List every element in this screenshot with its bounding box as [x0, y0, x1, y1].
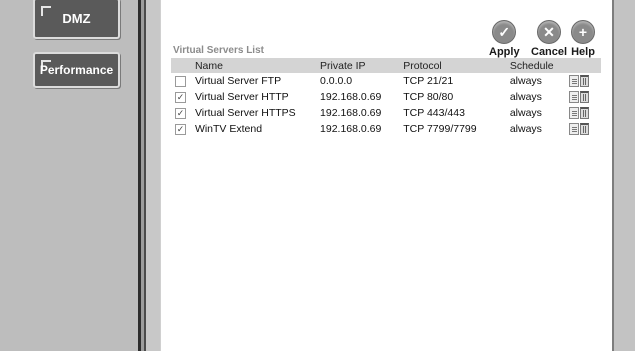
row-protocol: TCP 7799/7799 — [403, 123, 477, 135]
header-private-ip: Private IP — [316, 58, 400, 73]
trash-icon[interactable] — [580, 123, 590, 136]
table-row: ✓ WinTV Extend 192.168.0.69 TCP 7799/779… — [171, 121, 601, 137]
header-actions — [565, 58, 601, 73]
content-panel: ✓ Apply ✕ Cancel + Help Virtual Servers … — [160, 0, 613, 351]
header-checkbox-col — [171, 58, 191, 73]
row-schedule: always — [509, 75, 542, 87]
row-name: Virtual Server FTP — [194, 75, 282, 87]
apply-label: Apply — [489, 46, 520, 58]
table-row: ✓ Virtual Server HTTPS 192.168.0.69 TCP … — [171, 105, 601, 121]
table-header-row: Name Private IP Protocol Schedule — [171, 58, 601, 73]
virtual-servers-table: Name Private IP Protocol Schedule Virtua… — [171, 58, 601, 137]
router-admin-frame: DMZ Performance ✓ Apply ✕ Cancel + Help … — [0, 0, 635, 351]
row-actions — [565, 121, 601, 137]
nav-dmz-label: DMZ — [62, 11, 91, 26]
row-enable-checkbox[interactable] — [175, 75, 186, 87]
help-button[interactable]: + Help — [571, 20, 595, 58]
row-schedule: always — [509, 107, 542, 119]
cancel-button[interactable]: ✕ Cancel — [531, 20, 567, 58]
header-schedule: Schedule — [505, 58, 566, 73]
row-protocol: TCP 21/21 — [403, 75, 454, 87]
trash-icon[interactable] — [580, 91, 590, 104]
right-rail — [612, 0, 635, 351]
trash-icon[interactable] — [580, 75, 590, 88]
edit-icon[interactable] — [569, 123, 580, 136]
row-protocol: TCP 443/443 — [403, 107, 465, 119]
row-name: Virtual Server HTTP — [194, 91, 289, 103]
row-actions — [565, 105, 601, 121]
row-private-ip: 192.168.0.69 — [320, 123, 382, 135]
table-row: Virtual Server FTP 0.0.0.0 TCP 21/21 alw… — [171, 73, 601, 89]
plus-icon: + — [571, 20, 595, 44]
cancel-label: Cancel — [531, 46, 568, 58]
row-schedule: always — [509, 123, 542, 135]
help-label: Help — [571, 46, 595, 58]
trash-icon[interactable] — [580, 107, 590, 120]
x-icon: ✕ — [537, 20, 562, 44]
nav-performance-button[interactable]: Performance — [33, 52, 120, 88]
button-notch-decoration — [41, 6, 51, 16]
row-enable-checkbox[interactable]: ✓ — [175, 107, 186, 119]
row-actions — [565, 89, 601, 105]
row-protocol: TCP 80/80 — [403, 91, 454, 103]
row-name: WinTV Extend — [194, 123, 263, 135]
table-row: ✓ Virtual Server HTTP 192.168.0.69 TCP 8… — [171, 89, 601, 105]
row-enable-checkbox[interactable]: ✓ — [175, 123, 186, 135]
check-icon: ✓ — [492, 20, 517, 44]
left-nav: DMZ Performance — [0, 0, 138, 351]
row-checkbox-cell: ✓ — [171, 121, 191, 137]
row-checkbox-cell — [171, 73, 191, 89]
row-actions — [565, 73, 601, 89]
apply-button[interactable]: ✓ Apply — [489, 20, 520, 58]
virtual-servers-list-title: Virtual Servers List — [173, 45, 264, 56]
row-private-ip: 192.168.0.69 — [320, 107, 382, 119]
row-name: Virtual Server HTTPS — [194, 107, 296, 119]
header-protocol: Protocol — [399, 58, 506, 73]
edit-icon[interactable] — [569, 107, 580, 120]
divider — [144, 0, 146, 351]
row-checkbox-cell: ✓ — [171, 89, 191, 105]
row-schedule: always — [509, 91, 542, 103]
edit-icon[interactable] — [569, 91, 580, 104]
row-private-ip: 0.0.0.0 — [320, 75, 353, 87]
button-notch-decoration — [41, 60, 51, 70]
header-name: Name — [190, 58, 317, 73]
nav-dmz-button[interactable]: DMZ — [33, 0, 120, 39]
edit-icon[interactable] — [569, 75, 580, 88]
row-enable-checkbox[interactable]: ✓ — [175, 91, 186, 103]
row-private-ip: 192.168.0.69 — [320, 91, 382, 103]
row-checkbox-cell: ✓ — [171, 105, 191, 121]
